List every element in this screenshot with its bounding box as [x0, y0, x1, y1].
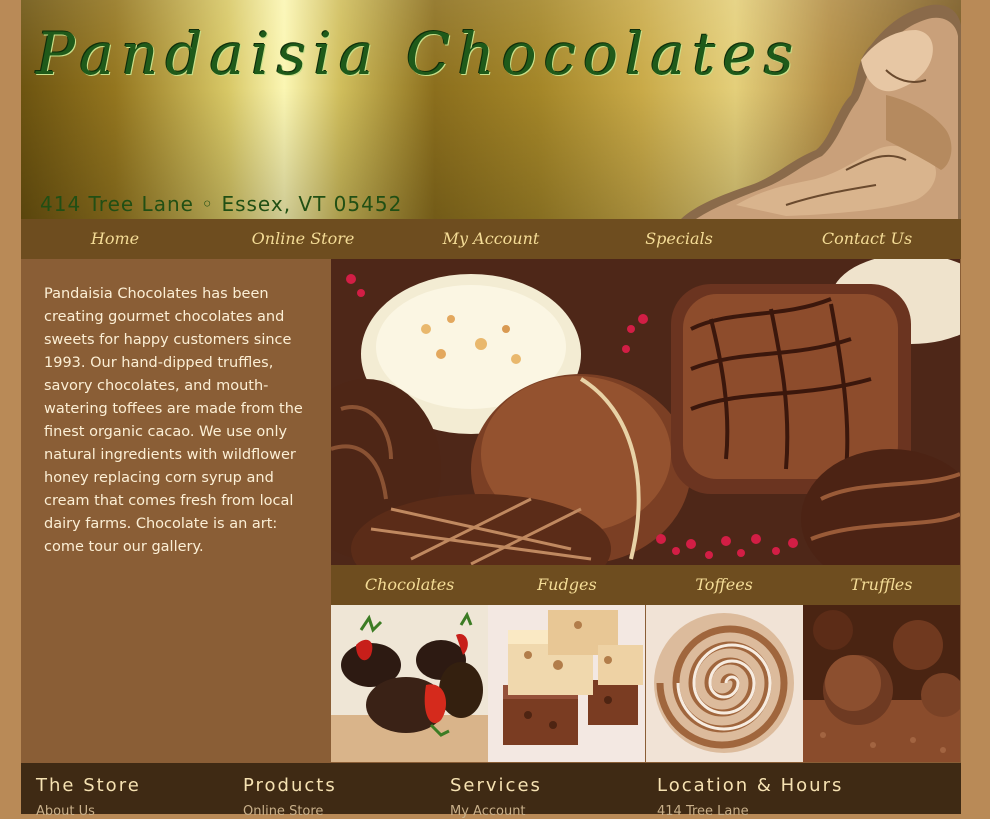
site-logo[interactable]: Pandaisia Chocolates — [36, 20, 801, 88]
footer-link-about-us[interactable]: About Us — [36, 804, 141, 819]
category-chocolates[interactable]: Chocolates — [331, 565, 488, 605]
category-toffees[interactable]: Toffees — [646, 565, 803, 605]
hero-chocolates-image — [331, 259, 960, 565]
truffles-image[interactable] — [802, 605, 960, 762]
page: Pandaisia Chocolates 414 Tree Lane ◦ Ess… — [21, 0, 961, 819]
footer-heading-location: Location & Hours — [657, 775, 844, 796]
main-nav: Home Online Store My Account Specials Co… — [21, 219, 961, 259]
nav-contact-us[interactable]: Contact Us — [773, 219, 961, 259]
site-footer: The Store About Us Products Online Store… — [21, 763, 961, 819]
footer-heading-products: Products — [243, 775, 337, 796]
category-thumbnails — [331, 605, 960, 762]
nav-specials[interactable]: Specials — [585, 219, 773, 259]
footer-link-my-account[interactable]: My Account — [450, 804, 542, 819]
store-address: 414 Tree Lane ◦ Essex, VT 05452 — [40, 192, 403, 216]
footer-heading-services: Services — [450, 775, 542, 796]
chocolate-strawberries-image[interactable] — [331, 605, 488, 762]
nav-my-account[interactable]: My Account — [397, 219, 585, 259]
footer-column-store: The Store About Us — [36, 775, 141, 819]
category-fudges[interactable]: Fudges — [488, 565, 645, 605]
footer-link-online-store[interactable]: Online Store — [243, 804, 337, 819]
nav-online-store[interactable]: Online Store — [209, 219, 397, 259]
footer-heading-store: The Store — [36, 775, 141, 796]
footer-location-address: 414 Tree Lane — [657, 804, 749, 819]
site-header: Pandaisia Chocolates 414 Tree Lane ◦ Ess… — [21, 0, 961, 219]
toffee-swirl-image[interactable] — [645, 605, 803, 762]
footer-column-products: Products Online Store — [243, 775, 337, 819]
intro-text: Pandaisia Chocolates has been creating g… — [44, 286, 303, 555]
category-nav: Chocolates Fudges Toffees Truffles — [331, 565, 960, 605]
fudge-image[interactable] — [488, 605, 646, 762]
footer-column-services: Services My Account — [450, 775, 542, 819]
category-truffles[interactable]: Truffles — [803, 565, 960, 605]
footer-column-location: Location & Hours 414 Tree Lane — [657, 775, 843, 819]
nav-home[interactable]: Home — [21, 219, 209, 259]
